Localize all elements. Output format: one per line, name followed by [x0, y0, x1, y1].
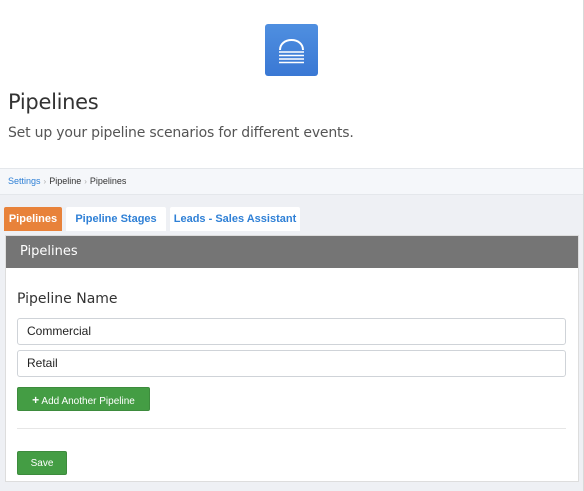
pipelines-panel: Pipelines Pipeline Name Commercial Retai…: [5, 235, 579, 482]
pipeline-name-input-retail[interactable]: Retail: [17, 350, 566, 377]
breadcrumb-separator-icon: ›: [43, 177, 47, 186]
breadcrumb-separator-icon: ›: [84, 177, 87, 186]
panel-title: Pipelines: [6, 236, 578, 268]
cloud-logo-icon: [279, 38, 304, 64]
breadcrumb-item-pipeline: Pipeline: [49, 176, 82, 186]
divider: [17, 428, 566, 429]
tab-pipelines[interactable]: Pipelines: [4, 207, 62, 231]
add-another-pipeline-label: Add Another Pipeline: [41, 396, 135, 407]
add-another-pipeline-button[interactable]: + Add Another Pipeline: [17, 387, 150, 411]
page-title: Pipelines: [8, 90, 99, 114]
main-content: Pipelines Pipeline Stages Leads - Sales …: [0, 195, 583, 491]
save-button[interactable]: Save: [17, 451, 67, 475]
breadcrumb: Settings › Pipeline › Pipelines: [0, 168, 583, 195]
app-frame: Pipelines Set up your pipeline scenarios…: [0, 0, 584, 491]
tab-pipeline-stages[interactable]: Pipeline Stages: [66, 207, 166, 231]
plus-icon: +: [32, 393, 40, 407]
pipeline-name-label: Pipeline Name: [17, 291, 118, 307]
breadcrumb-link-settings[interactable]: Settings: [8, 176, 41, 186]
tab-leads-sales-assistant[interactable]: Leads - Sales Assistant: [170, 207, 300, 231]
pipeline-name-input-commercial[interactable]: Commercial: [17, 318, 566, 345]
breadcrumb-item-pipelines: Pipelines: [89, 176, 127, 186]
app-logo: [265, 24, 318, 76]
page-subtitle: Set up your pipeline scenarios for diffe…: [8, 125, 354, 141]
